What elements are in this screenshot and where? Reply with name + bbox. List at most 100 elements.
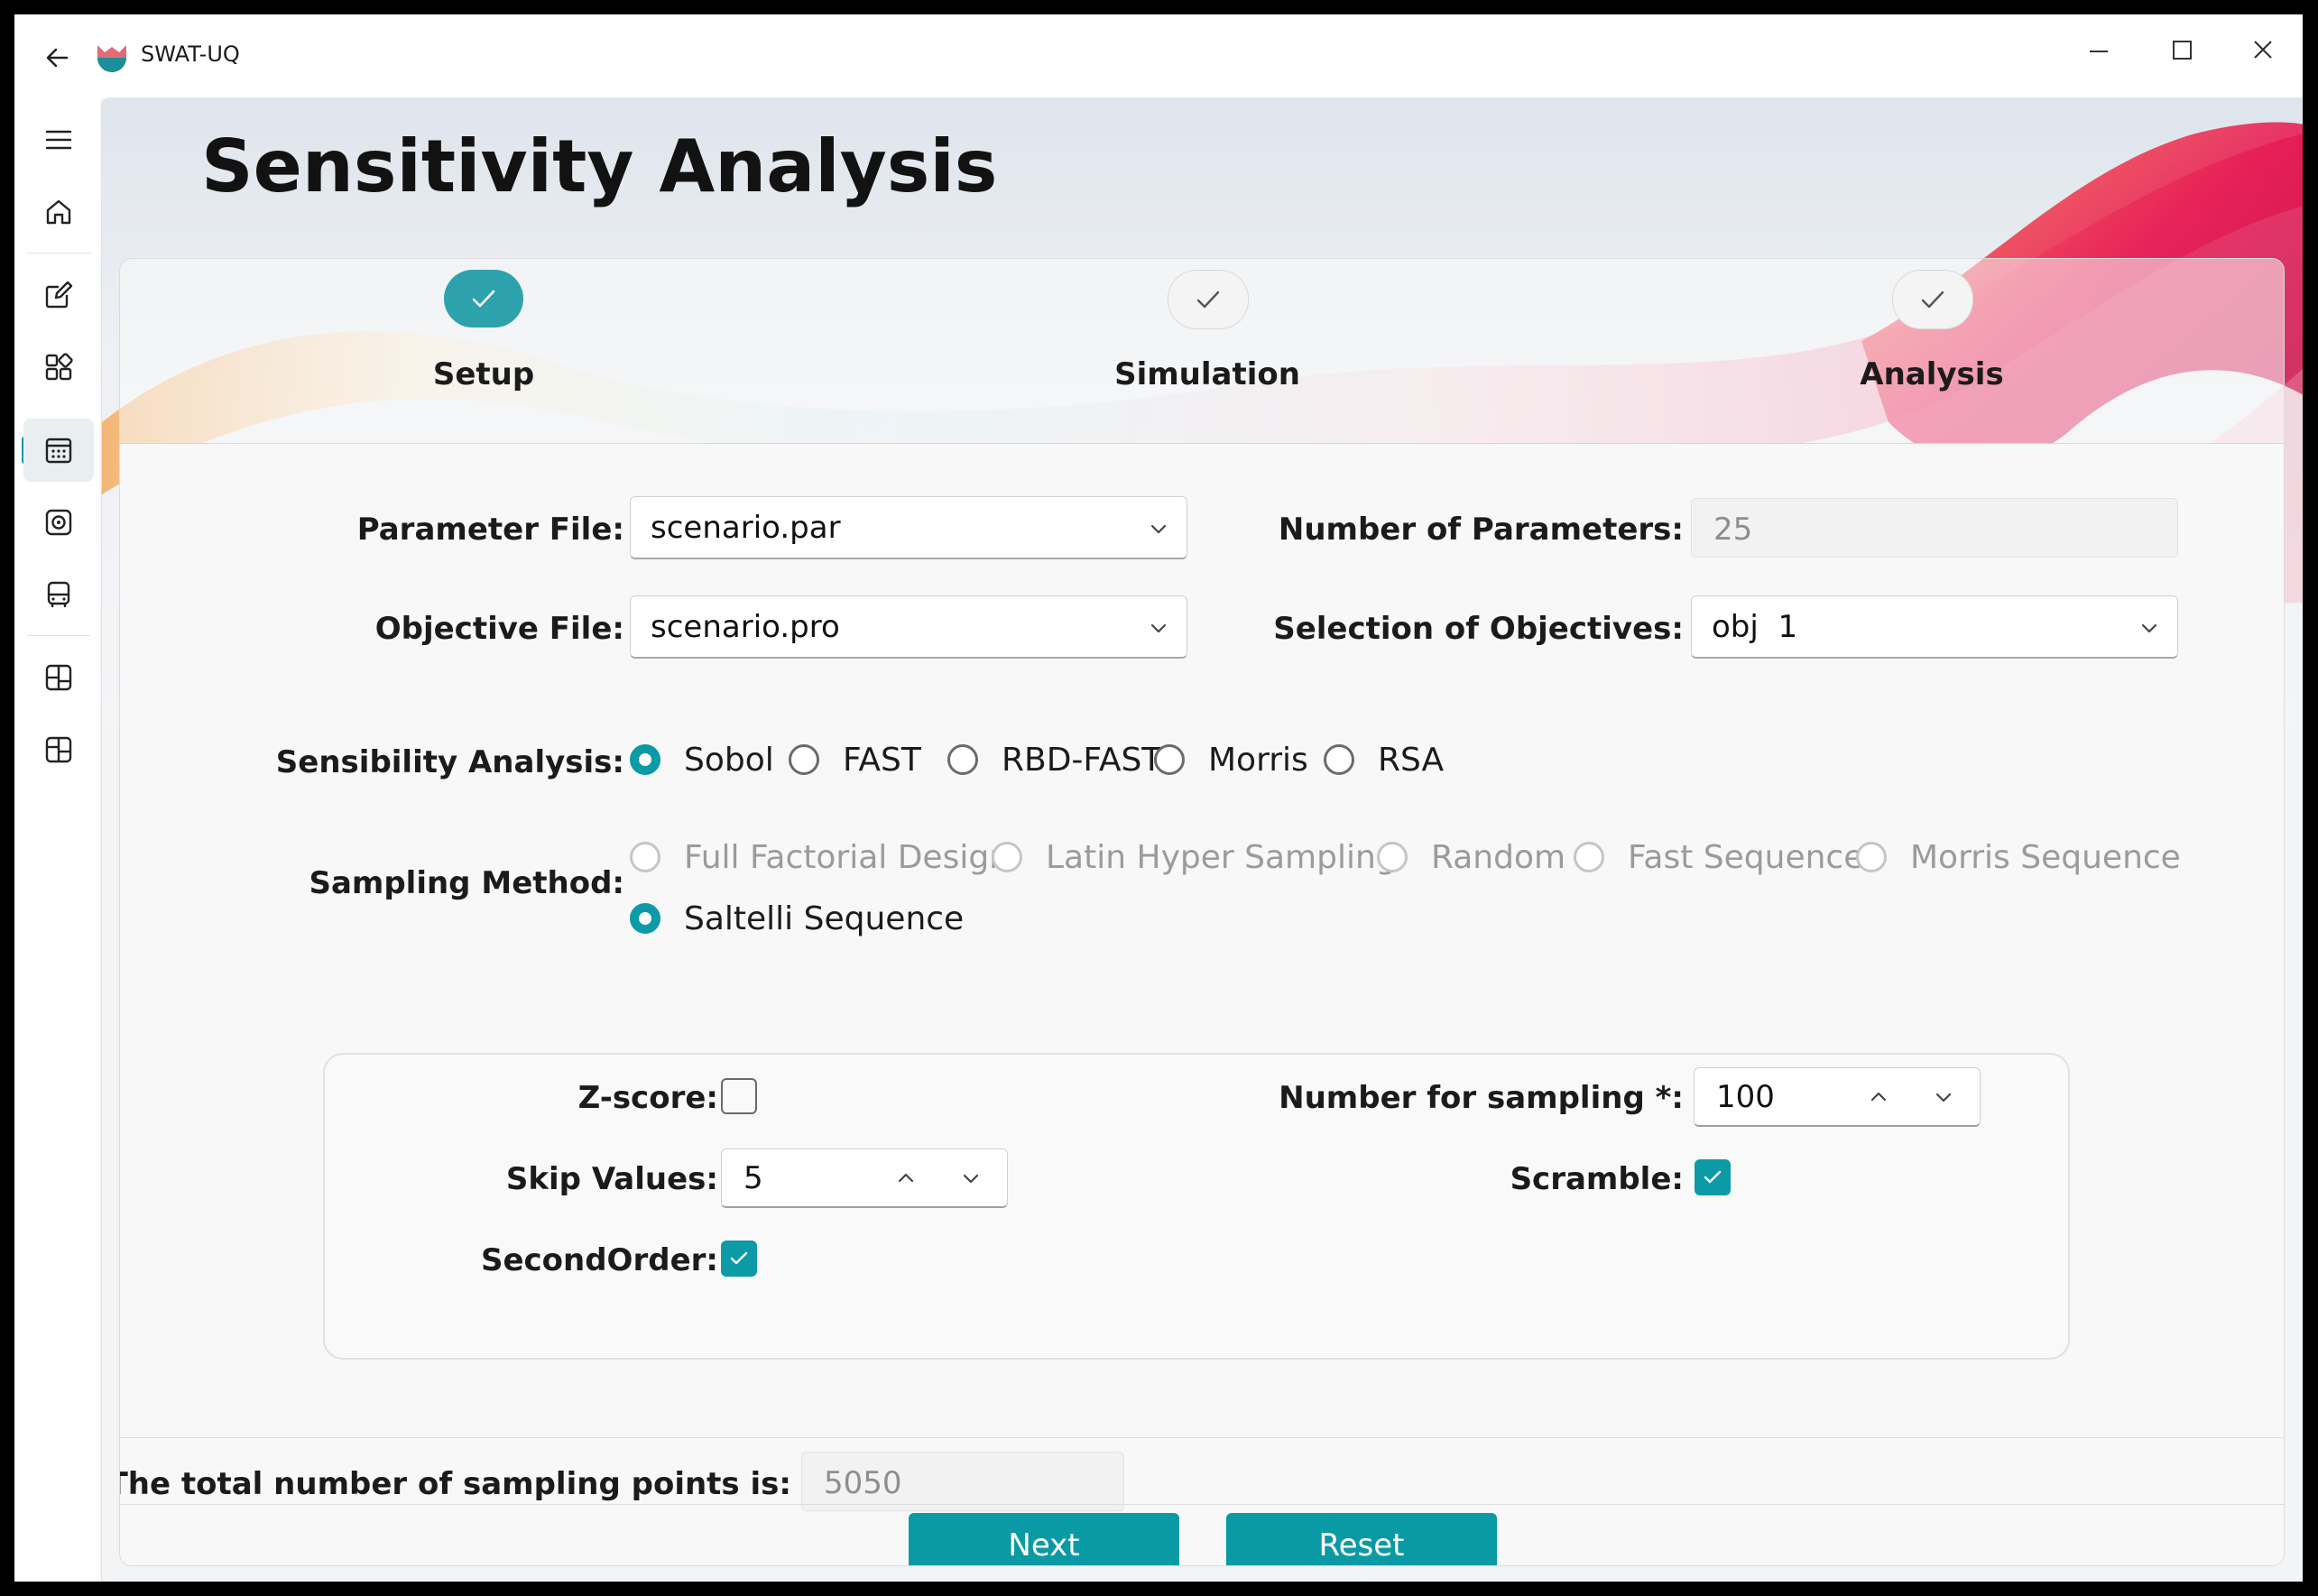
skip-values-label: Skip Values: bbox=[505, 1161, 718, 1197]
radio-button bbox=[1154, 744, 1185, 775]
radio-button bbox=[630, 842, 660, 872]
skip-values-spinbox[interactable]: 5 bbox=[721, 1149, 1008, 1208]
hamburger-menu-icon bbox=[45, 130, 72, 150]
home-icon bbox=[46, 199, 71, 225]
checkmark-icon bbox=[1921, 291, 1944, 309]
radio-label: Morris bbox=[1208, 741, 1308, 779]
number-of-parameters-value: 25 bbox=[1713, 512, 1753, 548]
step-label: Simulation bbox=[1114, 356, 1300, 392]
total-sampling-points-field: 5050 bbox=[801, 1452, 1124, 1511]
sidebar bbox=[14, 97, 100, 1582]
number-for-sampling-value: 100 bbox=[1716, 1079, 1775, 1115]
chevron-down-icon[interactable] bbox=[1931, 1084, 1956, 1110]
checkmark-icon bbox=[1196, 291, 1220, 309]
nav-grid-layout[interactable] bbox=[23, 646, 94, 709]
number-for-sampling-spinbox[interactable]: 100 bbox=[1694, 1067, 1981, 1127]
radio-saltelli-sequence[interactable]: Saltelli Sequence bbox=[630, 896, 964, 941]
close-icon[interactable] bbox=[2245, 32, 2281, 69]
chevron-down-icon[interactable] bbox=[958, 1166, 984, 1191]
number-for-sampling-label: Number for sampling *: bbox=[1279, 1080, 1684, 1116]
nav-grid-layout-alt[interactable] bbox=[23, 718, 94, 781]
radio-button bbox=[992, 842, 1022, 872]
sampling-method-label: Sampling Method: bbox=[309, 865, 624, 901]
nav-calendar[interactable] bbox=[23, 419, 94, 482]
step-analysis[interactable]: Analysis bbox=[1751, 259, 2112, 439]
nav-home[interactable] bbox=[23, 180, 94, 244]
next-button[interactable]: Next bbox=[909, 1513, 1179, 1565]
second-order-checkbox[interactable] bbox=[721, 1241, 757, 1277]
number-of-parameters-label: Number of Parameters: bbox=[1278, 512, 1684, 548]
step-setup[interactable]: Setup bbox=[303, 259, 664, 439]
radio-button-selected bbox=[630, 903, 660, 934]
radio-label: Morris Sequence bbox=[1910, 838, 2181, 876]
radio-latin-hyper-sampling[interactable]: Latin Hyper Sampling bbox=[992, 835, 1397, 880]
back-arrow-icon[interactable] bbox=[40, 40, 76, 76]
radio-button bbox=[1377, 842, 1408, 872]
step-label: Setup bbox=[432, 356, 535, 392]
radio-label: RBD-FAST bbox=[1002, 741, 1162, 779]
objective-file-dropdown[interactable]: scenario.pro bbox=[630, 595, 1187, 659]
footer-divider bbox=[120, 1504, 2284, 1505]
radio-full-factorial-design[interactable]: Full Factorial Design bbox=[630, 835, 1010, 880]
target-icon bbox=[45, 509, 72, 536]
radio-sobol[interactable]: Sobol bbox=[630, 737, 774, 782]
stepper-divider bbox=[120, 443, 2284, 444]
step-analysis-indicator bbox=[1892, 270, 1973, 329]
radio-label: Full Factorial Design bbox=[684, 838, 1011, 876]
radio-button bbox=[1574, 842, 1604, 872]
page-title: Sensitivity Analysis bbox=[201, 125, 998, 208]
selection-of-objectives-label: Selection of Objectives: bbox=[1273, 611, 1684, 647]
radio-button bbox=[947, 744, 978, 775]
objective-file-label: Objective File: bbox=[374, 611, 624, 647]
radio-label: Sobol bbox=[684, 741, 774, 779]
selection-of-objectives-value: obj 1 bbox=[1712, 609, 1798, 645]
chevron-up-icon[interactable] bbox=[893, 1166, 919, 1191]
nav-menu-button[interactable] bbox=[23, 108, 94, 171]
parameter-file-label: Parameter File: bbox=[356, 512, 624, 548]
step-setup-indicator bbox=[444, 270, 523, 328]
parameter-file-dropdown[interactable]: scenario.par bbox=[630, 496, 1187, 559]
radio-random[interactable]: Random bbox=[1377, 835, 1565, 880]
radio-rbd-fast[interactable]: RBD-FAST bbox=[947, 737, 1161, 782]
radio-morris[interactable]: Morris bbox=[1154, 737, 1308, 782]
step-simulation[interactable]: Simulation bbox=[1027, 259, 1388, 439]
minimize-icon[interactable] bbox=[2081, 32, 2117, 69]
nav-bus[interactable] bbox=[23, 563, 94, 626]
chevron-down-icon bbox=[1150, 623, 1167, 633]
checkmark-icon bbox=[730, 1251, 748, 1265]
nav-target[interactable] bbox=[23, 491, 94, 554]
total-sampling-points-value: 5050 bbox=[824, 1465, 902, 1501]
app-title: SWAT-UQ bbox=[141, 42, 240, 67]
step-label: Analysis bbox=[1860, 356, 2004, 392]
z-score-checkbox[interactable] bbox=[721, 1078, 757, 1114]
main-content: Sensitivity Analysis Setup Simulation An… bbox=[101, 97, 2303, 1582]
selection-of-objectives-dropdown[interactable]: obj 1 bbox=[1691, 595, 2178, 659]
grid-layout-icon bbox=[45, 664, 72, 691]
number-of-parameters-field: 25 bbox=[1691, 498, 2178, 558]
radio-morris-sequence[interactable]: Morris Sequence bbox=[1856, 835, 2181, 880]
objective-file-value: scenario.pro bbox=[651, 609, 840, 645]
radio-rsa[interactable]: RSA bbox=[1324, 737, 1444, 782]
scramble-checkbox[interactable] bbox=[1695, 1159, 1731, 1195]
second-order-label: SecondOrder: bbox=[480, 1242, 718, 1278]
radio-label: Fast Sequence bbox=[1628, 838, 1864, 876]
radio-fast-sequence[interactable]: Fast Sequence bbox=[1574, 835, 1863, 880]
radio-button bbox=[1856, 842, 1887, 872]
bus-icon bbox=[47, 581, 70, 607]
sensibility-analysis-label: Sensibility Analysis: bbox=[275, 744, 624, 780]
maximize-icon[interactable] bbox=[2164, 32, 2200, 69]
radio-label: RSA bbox=[1378, 741, 1445, 779]
total-sampling-points-label: The total number of sampling points is: bbox=[119, 1466, 791, 1502]
nav-apps[interactable] bbox=[23, 336, 94, 399]
chevron-down-icon bbox=[2141, 623, 2157, 633]
radio-label: Latin Hyper Sampling bbox=[1046, 838, 1397, 876]
reset-button[interactable]: Reset bbox=[1226, 1513, 1497, 1565]
wizard-card: Setup Simulation Analysis Parameter File… bbox=[119, 258, 2285, 1566]
nav-edit[interactable] bbox=[23, 263, 94, 327]
swat-uq-logo-icon bbox=[97, 45, 126, 72]
radio-fast[interactable]: FAST bbox=[789, 737, 921, 782]
chevron-up-icon[interactable] bbox=[1866, 1084, 1891, 1110]
step-simulation-indicator bbox=[1168, 270, 1249, 329]
apps-icon bbox=[45, 353, 73, 381]
parameter-file-value: scenario.par bbox=[651, 510, 841, 546]
